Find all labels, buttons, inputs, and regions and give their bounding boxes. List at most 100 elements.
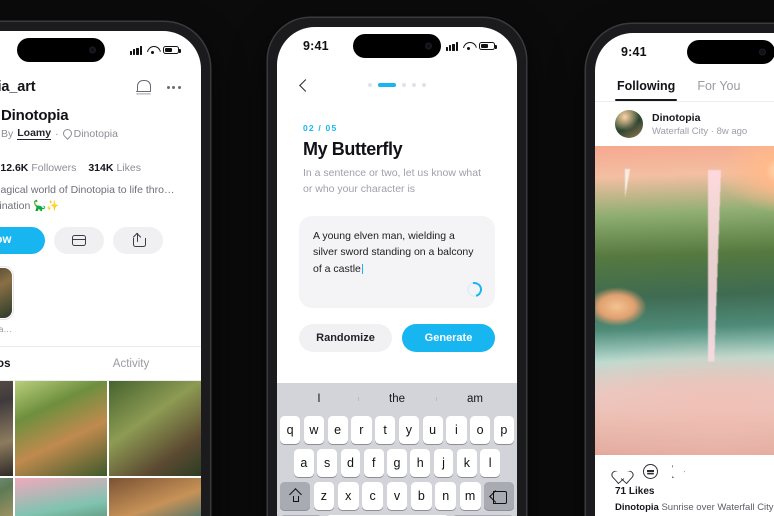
stat-likes-label: Likes [116,162,141,174]
key-n[interactable]: n [435,482,457,510]
tab-activity[interactable]: Activity [61,347,201,380]
key-w[interactable]: w [303,416,324,444]
follow-button[interactable]: Follow [0,226,45,254]
status-icons [129,45,181,55]
feed-body: Following For You Dinotopia Waterfall Ci… [595,71,774,516]
battery-icon [163,45,181,55]
tab-for-you[interactable]: For You [697,79,740,101]
key-o[interactable]: o [470,416,491,444]
key-k[interactable]: k [456,449,477,477]
generate-button[interactable]: Generate [402,323,495,352]
more-dots-icon[interactable] [166,85,181,89]
tab-photos[interactable]: Photos [0,347,61,380]
key-g[interactable]: g [387,449,407,477]
post-image[interactable] [595,146,774,456]
shift-key[interactable] [280,482,310,510]
share-profile-button[interactable] [113,226,163,254]
post-caption: Dinotopia Sunrise over Waterfall City ne… [595,497,774,516]
post-header: Dinotopia Waterfall City · 8w ago [595,102,774,146]
key-t[interactable]: t [375,416,396,444]
key-v[interactable]: v [386,482,408,510]
shift-icon [289,490,301,502]
profile-stats: Following 12.6K Followers 314K Likes [0,151,201,174]
text-caret [361,263,364,274]
heart-icon[interactable] [615,464,630,479]
key-e[interactable]: e [327,416,348,444]
tab-following[interactable]: Following [614,79,678,101]
chevron-left-icon[interactable] [299,78,312,92]
profile-body: dinotopia_art Dinotopia By Loamy · [0,69,201,516]
loading-spinner-icon [464,279,485,300]
key-f[interactable]: f [363,449,384,477]
wifi-icon [463,42,475,51]
cellular-signal-icon [445,41,458,51]
grid-photo[interactable] [0,477,13,516]
prompt-input-value-wrap: A young elven man, wielding a silver swo… [313,228,481,278]
profile-text: Dinotopia By Loamy · Dinotopia [1,105,118,140]
key-r[interactable]: r [351,416,372,444]
dynamic-island [353,34,441,58]
key-s[interactable]: s [317,449,338,477]
prediction-chip[interactable]: I [280,393,358,405]
generator-nav [277,65,517,99]
bell-icon[interactable] [135,79,152,95]
stat-followers[interactable]: 12.6K Followers [0,162,76,174]
profile-header-icons [135,79,181,95]
byline-separator: · [55,127,59,140]
key-l[interactable]: l [480,449,501,477]
highlight-item[interactable]: Eggstra… [0,266,13,334]
keyboard-row-1: q w e r t y u i o p [280,416,514,444]
key-m[interactable]: m [459,482,481,510]
grid-photo[interactable] [109,477,201,516]
profile-actions: Follow [0,215,201,254]
key-u[interactable]: u [422,416,443,444]
key-i[interactable]: i [446,416,467,444]
randomize-button[interactable]: Randomize [299,323,392,352]
backspace-icon [491,490,508,504]
key-h[interactable]: h [410,449,431,477]
post-actions [595,455,774,480]
profile-header: dinotopia_art [0,69,201,103]
backspace-key[interactable] [484,482,515,510]
key-z[interactable]: z [313,482,335,510]
grid-photo[interactable] [109,380,201,476]
dynamic-island [17,38,105,62]
key-q[interactable]: q [280,416,301,444]
share-icon[interactable] [671,464,686,479]
key-y[interactable]: y [398,416,419,444]
step-dot-active [378,82,396,88]
step-dot [402,83,406,87]
key-x[interactable]: x [337,482,359,510]
byline-prefix: By [1,127,14,140]
phone-right: 9:41 Following For You Dinotopia Waterfa… [586,24,774,516]
generator-body: 02 / 05 My Butterfly In a sentence or tw… [277,65,517,516]
key-d[interactable]: d [340,449,361,477]
message-button[interactable] [54,226,104,254]
step-dot [422,83,426,87]
dynamic-island [687,40,774,64]
highlight-label: Eggstra… [0,323,12,334]
story-highlights: …ose… Eggstra… [0,254,201,334]
prediction-chip[interactable]: am [436,393,514,405]
prediction-chip[interactable]: the [358,393,436,405]
grid-photo[interactable] [15,380,107,476]
caption-author[interactable]: Dinotopia [615,502,659,513]
key-b[interactable]: b [410,482,432,510]
stat-likes[interactable]: 314K Likes [88,162,141,174]
page-description: In a sentence or two, let us know what o… [303,167,482,195]
comment-icon[interactable] [643,464,658,480]
location-pin-icon [63,129,70,138]
profile-handle: dinotopia_art [0,79,36,95]
key-j[interactable]: j [433,449,454,477]
post-avatar[interactable] [615,110,643,138]
key-a[interactable]: a [293,449,314,477]
key-p[interactable]: p [493,416,514,444]
byline-author[interactable]: Loamy [17,127,52,140]
keyboard: I the am q w e r t y u i o p a s d f g h… [277,383,517,516]
prompt-input[interactable]: A young elven man, wielding a silver swo… [299,215,495,308]
key-c[interactable]: c [362,482,384,510]
grid-photo[interactable] [0,380,13,476]
post-author[interactable]: Dinotopia [652,112,747,124]
grid-photo[interactable] [15,477,107,516]
step-counter: 02 / 05 [303,123,338,133]
